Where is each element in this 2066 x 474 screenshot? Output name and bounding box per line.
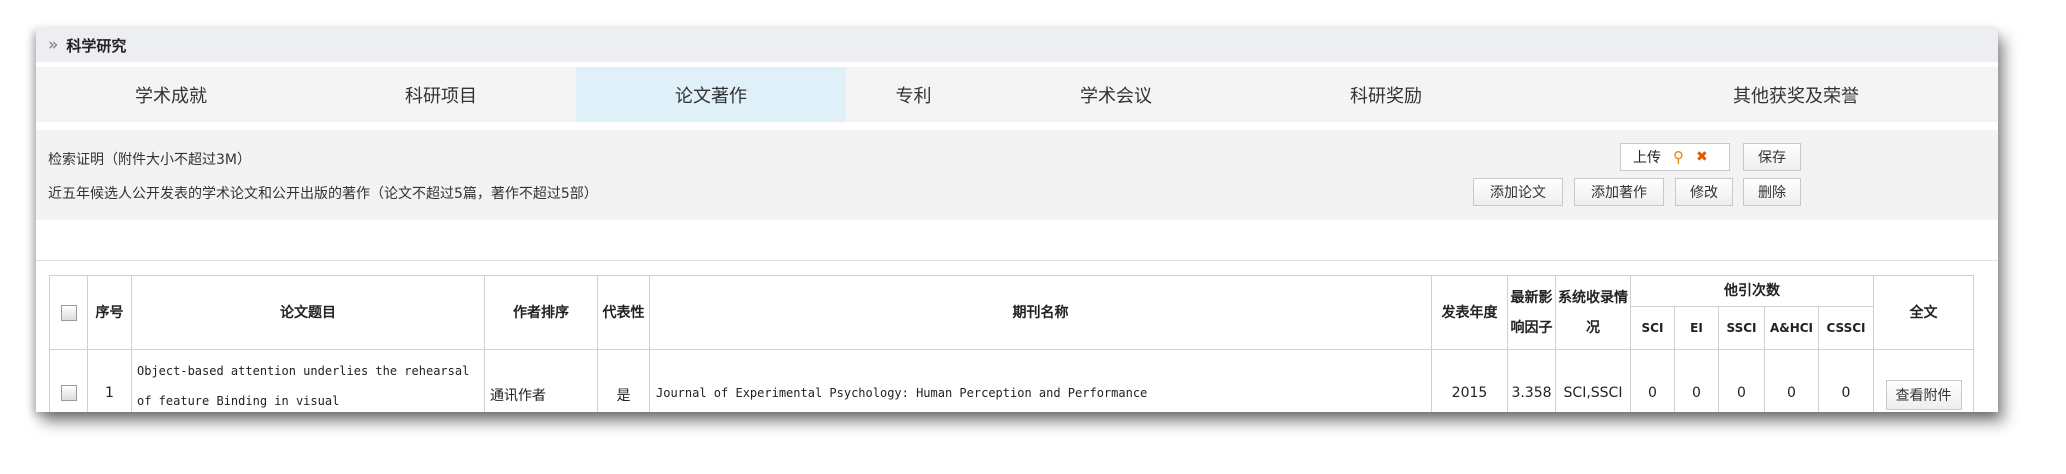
row-indexing: SCI,SSCI — [1555, 349, 1631, 412]
tab-patents[interactable]: 专利 — [846, 67, 981, 122]
col-ahci: A&HCI — [1764, 306, 1819, 350]
row-title: Object-based attention underlies the reh… — [131, 349, 485, 412]
tab-bar: 学术成就 科研项目 论文著作 专利 学术会议 科研奖励 其他获奖及荣誉 — [36, 67, 1998, 122]
row-cssci: 0 — [1818, 349, 1874, 412]
edit-button[interactable]: 修改 — [1675, 178, 1733, 206]
papers-table: 序号 论文题目 作者排序 代表性 期刊名称 发表年度 最新影响因子 系统收录情况… — [49, 275, 1974, 412]
tab-academic-achievements[interactable]: 学术成就 — [36, 67, 306, 122]
row-index: 1 — [87, 349, 132, 412]
row-ssci: 0 — [1718, 349, 1765, 412]
col-cssci: CSSCI — [1818, 306, 1874, 350]
row-ahci: 0 — [1764, 349, 1819, 412]
view-attachment-button[interactable]: 查看附件 — [1885, 380, 1962, 410]
close-icon[interactable]: ✖ — [1696, 149, 1708, 165]
row-ei: 0 — [1674, 349, 1719, 412]
double-chevron-right-icon: » — [48, 35, 59, 55]
research-panel: » 科学研究 学术成就 科研项目 论文著作 专利 学术会议 科研奖励 其他获奖及… — [36, 28, 1998, 412]
col-indexing: 系统收录情况 — [1555, 275, 1631, 350]
search-icon[interactable]: ⚲ — [1673, 148, 1684, 166]
col-representative: 代表性 — [597, 275, 650, 350]
col-ssci: SSCI — [1718, 306, 1765, 350]
select-all-cell — [49, 275, 88, 350]
tab-other-honors[interactable]: 其他获奖及荣誉 — [1656, 67, 1936, 122]
save-button[interactable]: 保存 — [1743, 143, 1801, 171]
delete-button[interactable]: 删除 — [1743, 178, 1801, 206]
col-index: 序号 — [87, 275, 132, 350]
row-select-cell — [49, 349, 88, 412]
section-title: 科学研究 — [66, 36, 127, 55]
col-fulltext: 全文 — [1873, 275, 1974, 350]
col-sci: SCI — [1630, 306, 1675, 350]
col-citations: 他引次数 — [1630, 275, 1874, 307]
row-author-order: 通讯作者 — [484, 349, 598, 412]
select-all-checkbox[interactable] — [60, 304, 77, 321]
row-sci: 0 — [1630, 349, 1675, 412]
col-ei: EI — [1674, 306, 1719, 350]
col-journal: 期刊名称 — [649, 275, 1432, 350]
col-year: 发表年度 — [1431, 275, 1508, 350]
row-checkbox[interactable] — [60, 385, 77, 401]
row-representative: 是 — [597, 349, 650, 412]
row-fulltext-cell: 查看附件 — [1873, 349, 1974, 412]
tab-research-projects[interactable]: 科研项目 — [306, 67, 576, 122]
section-header: » 科学研究 — [36, 28, 1998, 62]
info-area: 检索证明（附件大小不超过3M） 近五年候选人公开发表的学术论文和公开出版的著作（… — [36, 130, 1998, 220]
row-impact-factor: 3.358 — [1507, 349, 1556, 412]
table-row: 1 Object-based attention underlies the r… — [49, 349, 1974, 412]
tab-conferences[interactable]: 学术会议 — [981, 67, 1251, 122]
row-journal: Journal of Experimental Psychology: Huma… — [649, 349, 1432, 412]
upload-button[interactable]: 上传 — [1633, 147, 1661, 167]
retrieval-proof-label: 检索证明（附件大小不超过3M） — [48, 152, 251, 168]
row-year: 2015 — [1431, 349, 1508, 412]
tab-papers-works[interactable]: 论文著作 — [576, 67, 846, 122]
col-author-order: 作者排序 — [484, 275, 598, 350]
upload-control: 上传 ⚲ ✖ — [1620, 143, 1730, 171]
papers-table-area: 序号 论文题目 作者排序 代表性 期刊名称 发表年度 最新影响因子 系统收录情况… — [36, 260, 1998, 412]
col-title: 论文题目 — [131, 275, 485, 350]
add-book-button[interactable]: 添加著作 — [1574, 178, 1664, 206]
add-paper-button[interactable]: 添加论文 — [1473, 178, 1563, 206]
tab-research-awards[interactable]: 科研奖励 — [1251, 67, 1521, 122]
col-impact-factor: 最新影响因子 — [1507, 275, 1556, 350]
publications-label: 近五年候选人公开发表的学术论文和公开出版的著作（论文不超过5篇，著作不超过5部） — [48, 186, 598, 202]
